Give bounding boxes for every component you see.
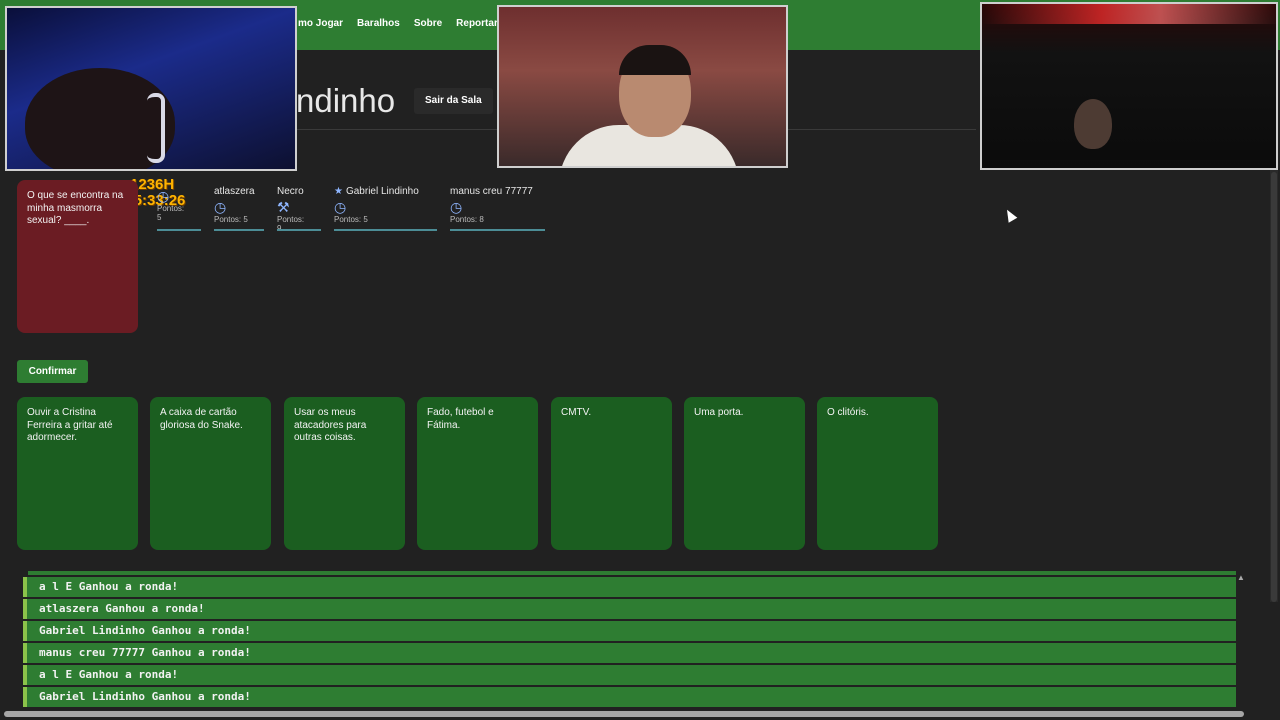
answer-card-text: CMTV.: [561, 407, 592, 418]
clock-icon: ◷: [157, 188, 170, 204]
black-question-card: O que se encontra na minha masmorra sexu…: [17, 180, 138, 333]
black-card-text: O que se encontra na minha masmorra sexu…: [27, 190, 124, 226]
player-name: Gabriel Lindinho: [345, 186, 419, 197]
answer-card[interactable]: Uma porta.: [684, 397, 805, 550]
streamer-hair: [619, 45, 691, 75]
answer-card-text: Usar os meus atacadores para outras cois…: [294, 407, 367, 443]
player-entry: ◷ Pontos: 5: [157, 186, 201, 231]
webcam-overlay-center: [497, 5, 788, 168]
player-entry: Necro ⚒ Pontos: 9: [277, 186, 321, 233]
player-name-row: ★ Gabriel Lindinho: [334, 186, 419, 197]
answer-card-text: Fado, futebol e Fátima.: [427, 407, 494, 431]
nav-item-how-to-play[interactable]: mo Jogar: [298, 18, 343, 29]
player-underline: [214, 229, 264, 231]
answer-card[interactable]: Usar os meus atacadores para outras cois…: [284, 397, 405, 550]
nav-item-about[interactable]: Sobre: [414, 18, 442, 29]
answer-card-text: Uma porta.: [694, 407, 744, 418]
player-name: Necro: [277, 186, 304, 197]
log-message: Gabriel Lindinho Ganhou a ronda!: [23, 687, 1236, 707]
player-entry: manus creu 77777 ◷ Pontos: 8: [450, 186, 545, 231]
log-message: a l E Ganhou a ronda!: [23, 665, 1236, 685]
answer-card[interactable]: A caixa de cartão gloriosa do Snake.: [150, 397, 271, 550]
player-points: Pontos: 5: [334, 215, 368, 224]
log-top-edge: [28, 571, 1236, 575]
log-message: manus creu 77777 Ganhou a ronda!: [23, 643, 1236, 663]
player-points: Pontos: 5: [214, 215, 248, 224]
headphones-shape: [147, 93, 165, 163]
answer-card[interactable]: Ouvir a Cristina Ferreira a gritar até a…: [17, 397, 138, 550]
star-icon: ★: [334, 186, 343, 197]
led-glow: [982, 4, 1276, 24]
mouse-cursor-icon: [1002, 207, 1018, 223]
page-horizontal-scrollbar[interactable]: [4, 711, 1244, 717]
room-title: ndinho: [296, 82, 396, 119]
webcam-overlay-right: [980, 2, 1278, 170]
gavel-icon: ⚒: [277, 199, 290, 215]
clock-icon: ◷: [334, 199, 347, 215]
nav-item-decks[interactable]: Baralhos: [357, 18, 400, 29]
clock-icon: ◷: [214, 199, 227, 215]
main-nav: mo Jogar Baralhos Sobre Reportar: [298, 18, 498, 29]
answer-card[interactable]: CMTV.: [551, 397, 672, 550]
answer-card-text: Ouvir a Cristina Ferreira a gritar até a…: [27, 407, 113, 443]
answer-card[interactable]: Fado, futebol e Fátima.: [417, 397, 538, 550]
player-underline: [157, 229, 201, 231]
clock-icon: ◷: [450, 199, 463, 215]
player-name: manus creu 77777: [450, 186, 533, 197]
page-vertical-scroll-thumb[interactable]: [1271, 172, 1277, 602]
log-message: Gabriel Lindinho Ganhou a ronda!: [23, 621, 1236, 641]
leave-room-button[interactable]: Sair da Sala: [414, 88, 493, 114]
player-entry: ★ Gabriel Lindinho ◷ Pontos: 5: [334, 186, 437, 231]
answer-card-text: A caixa de cartão gloriosa do Snake.: [160, 407, 243, 431]
player-entry: atlaszera ◷ Pontos: 5: [214, 186, 264, 231]
player-underline: [334, 229, 437, 231]
round-log[interactable]: a l E Ganhou a ronda! atlaszera Ganhou a…: [23, 571, 1238, 708]
player-underline: [450, 229, 545, 231]
player-name: atlaszera: [214, 186, 255, 197]
log-message: a l E Ganhou a ronda!: [23, 577, 1236, 597]
answer-card-text: O clitóris.: [827, 407, 869, 418]
answer-card[interactable]: O clitóris.: [817, 397, 938, 550]
streamer-face: [1074, 99, 1112, 149]
nav-item-report[interactable]: Reportar: [456, 18, 498, 29]
log-message: atlaszera Ganhou a ronda!: [23, 599, 1236, 619]
webcam-overlay-left: [5, 6, 297, 171]
chat-scroll-up-arrow[interactable]: ▲: [1237, 573, 1245, 582]
player-points: Pontos: 5: [157, 204, 185, 222]
player-points: Pontos: 8: [450, 215, 484, 224]
confirm-button[interactable]: Confirmar: [17, 360, 88, 383]
player-underline: [277, 229, 321, 231]
